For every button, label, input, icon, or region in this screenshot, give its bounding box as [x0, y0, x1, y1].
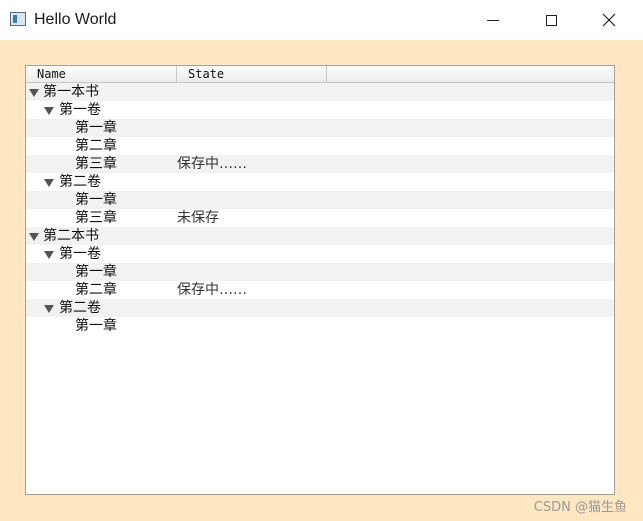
- tree-item-name: 第一卷: [59, 246, 101, 262]
- tree-item-state: 保存中……: [177, 282, 247, 298]
- title-bar[interactable]: Hello World: [0, 0, 643, 40]
- minimize-icon: [487, 19, 499, 21]
- tree-item-name: 第二卷: [59, 300, 101, 316]
- tree-row[interactable]: 第三章 保存中……: [26, 155, 614, 173]
- tree-header: Name State: [26, 66, 614, 83]
- watermark: CSDN @猫生鱼: [533, 500, 627, 515]
- tree-row[interactable]: 第三章 未保存: [26, 209, 614, 227]
- tree-item-name: 第二章: [75, 138, 117, 154]
- tree-item-name: 第二卷: [59, 174, 101, 190]
- tree-item-name: 第一章: [75, 192, 117, 208]
- tree-item-name: 第二章: [75, 282, 117, 298]
- expand-arrow-icon[interactable]: [44, 305, 54, 313]
- expand-arrow-icon[interactable]: [44, 251, 54, 259]
- maximize-button[interactable]: [522, 0, 580, 40]
- column-header-name[interactable]: Name: [26, 66, 177, 82]
- tree-item-state: 未保存: [177, 210, 219, 226]
- tree-row[interactable]: 第一章: [26, 263, 614, 281]
- tree-rows: 第一本书 第一卷 第一章 第二章 第三章 保存中…… 第二卷 第一章 第三章 未保存 第二本书 第一卷…: [26, 83, 614, 335]
- tree-row[interactable]: 第二章 保存中……: [26, 281, 614, 299]
- tree-row[interactable]: 第一章: [26, 119, 614, 137]
- window-title: Hello World: [34, 11, 117, 28]
- minimize-button[interactable]: [464, 0, 522, 40]
- tree-row[interactable]: 第一卷: [26, 101, 614, 119]
- maximize-icon: [545, 14, 557, 26]
- column-header-state[interactable]: State: [177, 66, 327, 82]
- tree-row[interactable]: 第一章: [26, 317, 614, 335]
- tree-row[interactable]: 第二卷: [26, 173, 614, 191]
- tree-item-name: 第一章: [75, 318, 117, 334]
- tree-row[interactable]: 第一本书: [26, 83, 614, 101]
- expand-arrow-icon[interactable]: [44, 107, 54, 115]
- window-app-icon: [10, 12, 26, 26]
- tree-item-state: 保存中……: [177, 156, 247, 172]
- tree-item-name: 第三章: [75, 210, 117, 226]
- expand-arrow-icon[interactable]: [29, 233, 39, 241]
- expand-arrow-icon[interactable]: [29, 89, 39, 97]
- main-window: Hello World Name State 第一本书 第一卷 第一章 第二章 第三章保…: [0, 0, 643, 521]
- tree-view[interactable]: Name State 第一本书 第一卷 第一章 第二章 第三章 保存中…… 第二卷 第一章 第三…: [25, 65, 615, 495]
- tree-item-name: 第三章: [75, 156, 117, 172]
- tree-row[interactable]: 第二章: [26, 137, 614, 155]
- tree-row[interactable]: 第一卷: [26, 245, 614, 263]
- tree-row[interactable]: 第二本书: [26, 227, 614, 245]
- tree-item-name: 第一本书: [43, 84, 99, 100]
- close-icon: [602, 13, 616, 27]
- tree-row[interactable]: 第一章: [26, 191, 614, 209]
- expand-arrow-icon[interactable]: [44, 179, 54, 187]
- close-button[interactable]: [580, 0, 638, 40]
- tree-item-name: 第一章: [75, 120, 117, 136]
- tree-item-name: 第二本书: [43, 228, 99, 244]
- tree-item-name: 第一章: [75, 264, 117, 280]
- tree-item-name: 第一卷: [59, 102, 101, 118]
- tree-row[interactable]: 第二卷: [26, 299, 614, 317]
